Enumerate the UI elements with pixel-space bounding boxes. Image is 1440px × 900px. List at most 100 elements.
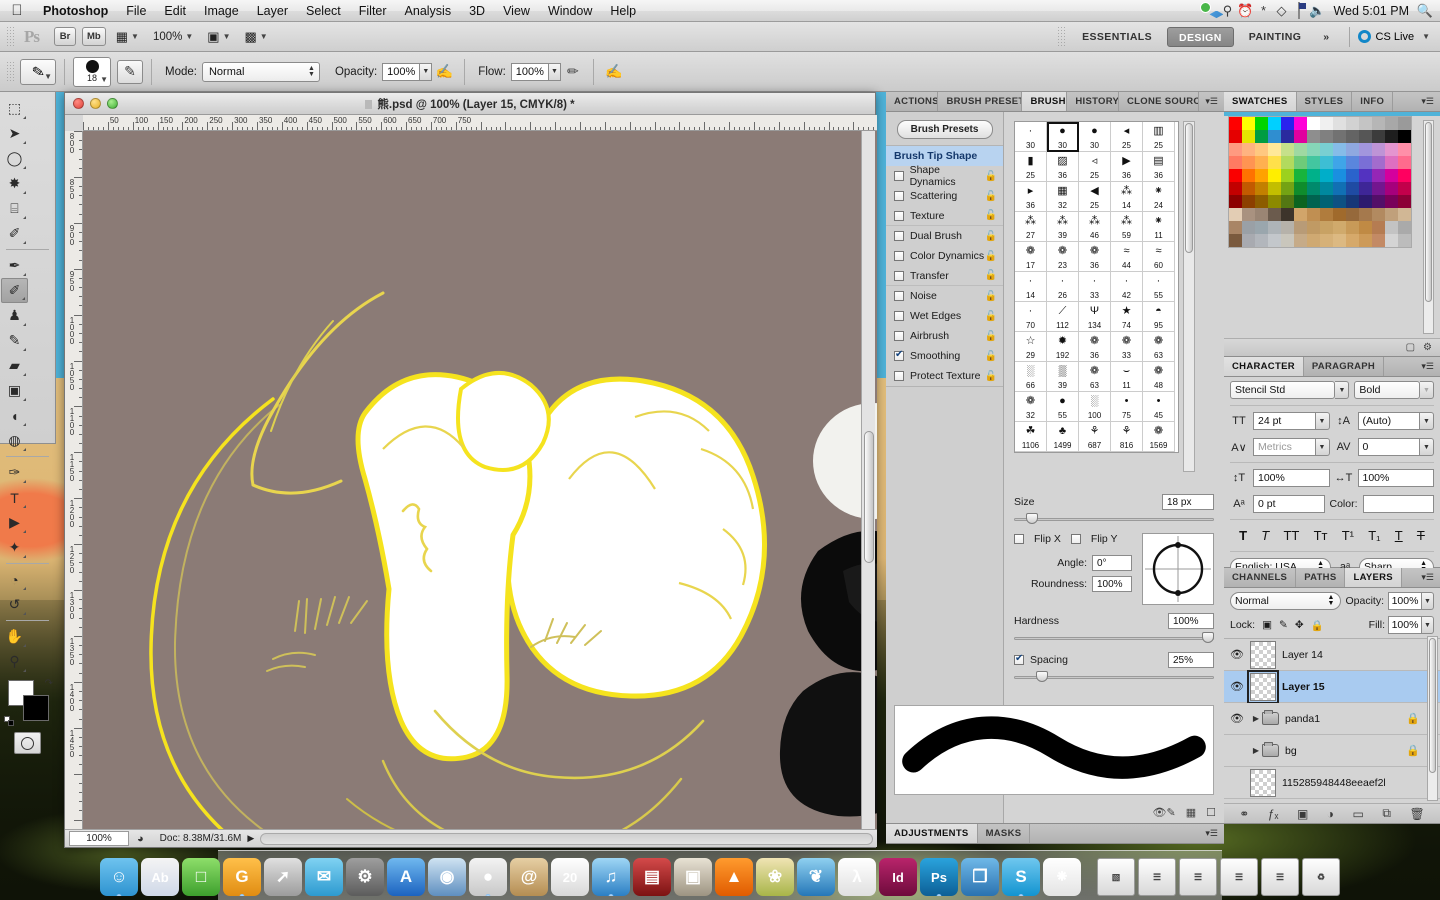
zoom-level-menu[interactable]: 100% ▼ xyxy=(146,31,200,43)
color-swatch[interactable] xyxy=(1398,143,1411,156)
color-swatch[interactable] xyxy=(1229,234,1242,247)
dock-itunes[interactable]: ♫ xyxy=(592,858,630,896)
brush-preset-picker[interactable]: 18 ▼ xyxy=(73,56,111,87)
menu-help[interactable]: Help xyxy=(601,0,645,22)
brush-tip-cell[interactable]: ☘ 1106 xyxy=(1015,422,1047,452)
color-swatch[interactable] xyxy=(1281,195,1294,208)
layers-panel-footer[interactable]: ⚭ ƒₓ ▣ ◑ ▭ ⧉ 🗑 xyxy=(1224,803,1440,823)
new-swatch-icon[interactable]: ▢ xyxy=(1406,342,1415,353)
panel-menu-icon[interactable]: ▾☰ xyxy=(1199,92,1224,111)
brush-tip-cell[interactable]: ▶ 36 xyxy=(1111,152,1143,182)
brush-tip-cell[interactable]: ⚘ 687 xyxy=(1079,422,1111,452)
color-swatch[interactable] xyxy=(1333,208,1346,221)
eye-icon[interactable]: 👁 xyxy=(1224,680,1250,693)
brush-tip-cell[interactable]: ⁂ 46 xyxy=(1079,212,1111,242)
brush-tip-cell[interactable]: ▨ 36 xyxy=(1047,152,1079,182)
color-swatch[interactable] xyxy=(1229,208,1242,221)
tracking-value[interactable]: 0 xyxy=(1357,438,1420,456)
color-swatch[interactable] xyxy=(1229,221,1242,234)
preview-options-icon[interactable]: ◕ xyxy=(137,833,144,845)
move-tool-icon[interactable]: ➤ xyxy=(1,121,28,146)
tab-swatches[interactable]: SWATCHES xyxy=(1224,92,1297,111)
brush-tip-cell[interactable]: ◓ 95 xyxy=(1143,302,1175,332)
horizontal-ruler[interactable]: 50 100 150 200 250 300 350 400 450 500 550 600 650 70… xyxy=(83,115,877,131)
color-swatch[interactable] xyxy=(1307,130,1320,143)
horizontal-scale-value[interactable]: 100% xyxy=(1357,469,1434,487)
brush-tip-cell[interactable]: ⁕ 11 xyxy=(1143,212,1175,242)
color-swatch[interactable] xyxy=(1346,143,1359,156)
brush-tip-cell[interactable]: ❁ 36 xyxy=(1079,332,1111,362)
color-swatch[interactable] xyxy=(1398,234,1411,247)
color-swatch[interactable] xyxy=(1398,117,1411,130)
us-flag-icon[interactable] xyxy=(1290,2,1308,19)
brush-tip-cell[interactable]: ⁂ 59 xyxy=(1111,212,1143,242)
brush-tip-grid[interactable]: · 30 ● 30 ● 30 ◂ 25 ▥ 25 ▮ 25 ▨ 36 ◃ 25 ▶ 36 ▤ 36 ▸ 36 ▦ 32 ◀ 25 ⁂… xyxy=(1014,121,1179,453)
eyedropper-tool-icon[interactable]: ✐ xyxy=(1,221,28,246)
dock-system-preferences[interactable]: ⚙ xyxy=(346,858,384,896)
color-swatch[interactable] xyxy=(1372,182,1385,195)
status-menu-arrow-icon[interactable]: ▶ xyxy=(241,833,260,844)
checkbox[interactable] xyxy=(894,231,904,241)
brush-tip-cell[interactable]: ▮ 25 xyxy=(1015,152,1047,182)
color-swatch[interactable] xyxy=(1242,234,1255,247)
dock-chrome[interactable]: ● xyxy=(469,858,507,896)
pen-tool-icon[interactable]: ✑ xyxy=(1,460,28,485)
brush-tip-cell[interactable]: ⁂ 27 xyxy=(1015,212,1047,242)
character-style-bold[interactable]: T xyxy=(1239,528,1247,543)
color-swatch[interactable] xyxy=(1320,234,1333,247)
color-swatch[interactable] xyxy=(1268,234,1281,247)
eye-icon[interactable]: 👁 xyxy=(1224,712,1250,725)
color-swatch[interactable] xyxy=(1242,182,1255,195)
brush-tip-cell[interactable]: ⟋ 112 xyxy=(1047,302,1079,332)
tab-masks[interactable]: MASKS xyxy=(978,824,1031,843)
color-swatch[interactable] xyxy=(1320,143,1333,156)
tab-info[interactable]: INFO xyxy=(1352,92,1394,111)
chevron-down-icon[interactable]: ▼ xyxy=(1422,616,1434,634)
color-swatch[interactable] xyxy=(1229,130,1242,143)
color-swatch[interactable] xyxy=(1281,169,1294,182)
brush-option-protect-texture[interactable]: Protect Texture 🔓 xyxy=(886,366,1003,386)
vertical-scale-value[interactable]: 100% xyxy=(1253,469,1330,487)
zoom-percentage[interactable]: 100% xyxy=(69,831,129,846)
color-swatch[interactable] xyxy=(1320,117,1333,130)
delete-swatch-icon[interactable]: ⚙ xyxy=(1423,342,1432,353)
create-new-preset-icon[interactable]: ▦ xyxy=(1186,806,1196,819)
apple-icon[interactable]:  xyxy=(0,3,34,18)
dodge-tool-icon[interactable]: ◍ xyxy=(1,428,28,453)
color-swatch[interactable] xyxy=(1385,130,1398,143)
brush-tip-cell[interactable]: ⁂ 39 xyxy=(1047,212,1079,242)
layer-thumbnail[interactable] xyxy=(1250,768,1276,797)
brush-tip-cell[interactable]: ❁ 63 xyxy=(1079,362,1111,392)
brush-tip-cell[interactable]: ◀ 25 xyxy=(1079,182,1111,212)
swap-colors-icon[interactable]: ↷ xyxy=(45,678,53,689)
color-swatch[interactable] xyxy=(1255,234,1268,247)
character-panel-tabs[interactable]: CHARACTER PARAGRAPH ▾☰ xyxy=(1224,357,1440,377)
panel-menu-icon[interactable]: ▾☰ xyxy=(1415,357,1440,376)
color-swatch[interactable] xyxy=(1320,169,1333,182)
brush-option-wet-edges[interactable]: Wet Edges 🔓 xyxy=(886,306,1003,326)
color-swatch[interactable] xyxy=(1359,195,1372,208)
dock-scanner[interactable]: ❐ xyxy=(961,858,999,896)
launch-mini-bridge-button[interactable]: Mb xyxy=(82,27,106,46)
tab-actions[interactable]: ACTIONS xyxy=(886,92,939,111)
color-swatch[interactable] xyxy=(1294,182,1307,195)
tab-adjustments[interactable]: ADJUSTMENTS xyxy=(886,824,978,843)
color-swatch[interactable] xyxy=(1294,117,1307,130)
color-swatch[interactable] xyxy=(1294,234,1307,247)
brush-tip-cell[interactable]: ❁ 33 xyxy=(1111,332,1143,362)
checkbox[interactable] xyxy=(894,251,904,261)
optionsbar-grip[interactable] xyxy=(6,60,14,83)
color-swatch[interactable] xyxy=(1372,234,1385,247)
color-swatch[interactable] xyxy=(1255,221,1268,234)
color-swatch[interactable] xyxy=(1268,130,1281,143)
brush-tip-cell[interactable]: Ψ 134 xyxy=(1079,302,1111,332)
brush-tip-cell[interactable]: ✹ 192 xyxy=(1047,332,1079,362)
layer-row[interactable]: 👁 ▶ panda1 🔒 xyxy=(1224,703,1440,735)
color-swatch[interactable] xyxy=(1294,221,1307,234)
brush-tip-cell[interactable]: ◃ 25 xyxy=(1079,152,1111,182)
color-swatch[interactable] xyxy=(1320,208,1333,221)
color-swatch[interactable] xyxy=(1372,143,1385,156)
lock-icon[interactable]: 🔓 xyxy=(985,251,997,262)
color-swatch[interactable] xyxy=(1398,156,1411,169)
eraser-tool-icon[interactable]: ▰ xyxy=(1,353,28,378)
